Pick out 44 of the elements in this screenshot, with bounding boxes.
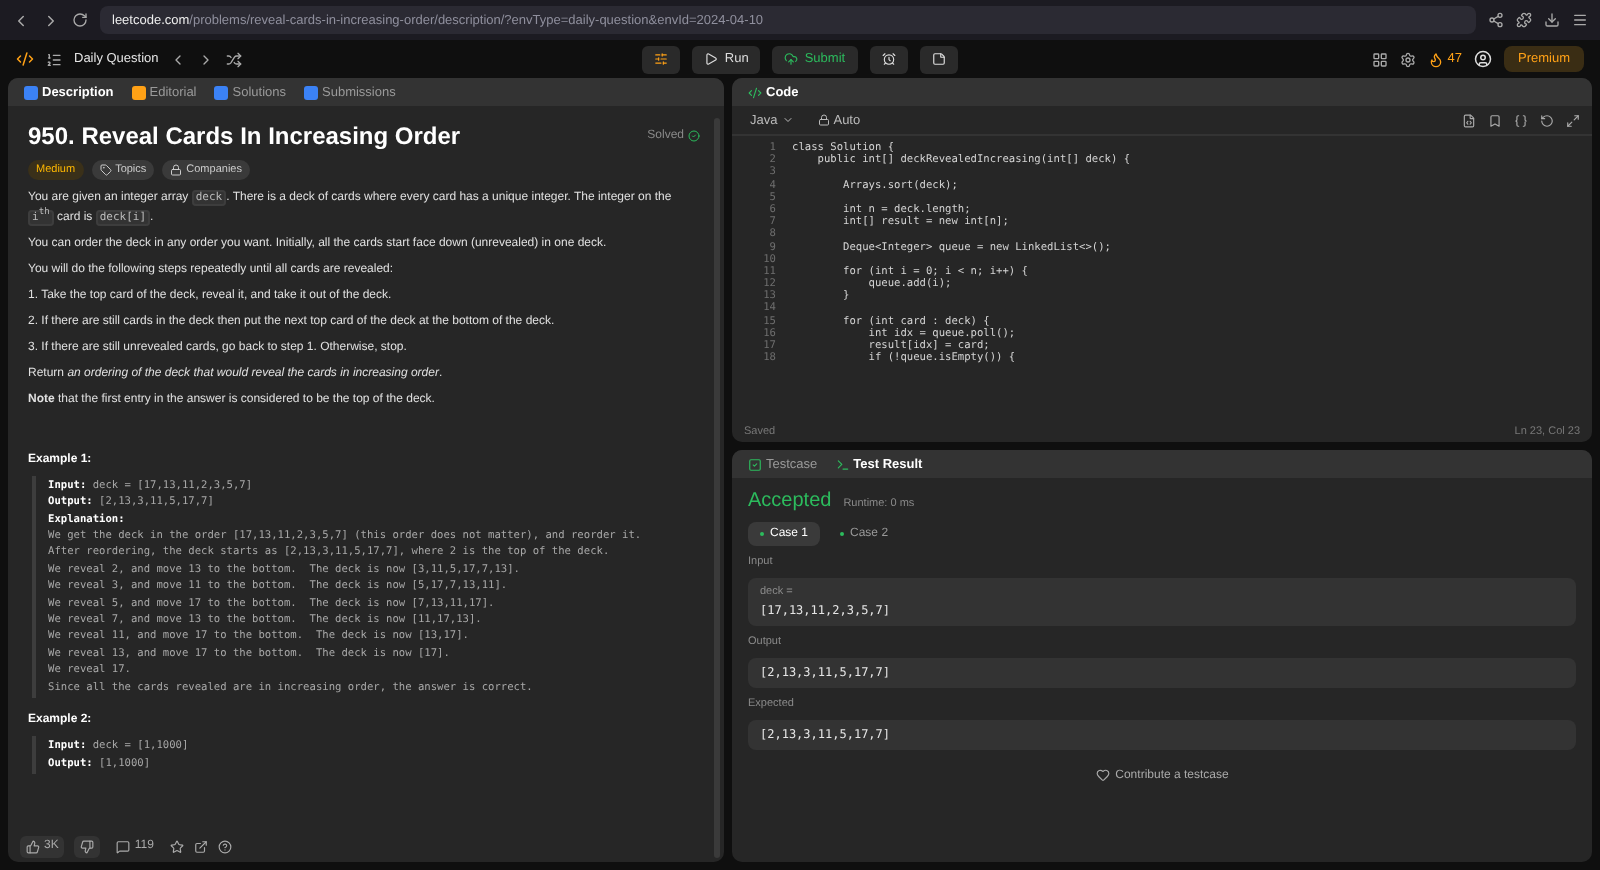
shuffle-icon[interactable]: [226, 51, 243, 67]
code-icon: [748, 85, 762, 99]
reset-icon[interactable]: [1540, 113, 1554, 127]
lock-icon: [817, 114, 830, 126]
problem-title: 950. Reveal Cards In Increasing Order: [28, 122, 461, 150]
bookmark-icon[interactable]: [1488, 113, 1502, 127]
tag-icon: [99, 164, 112, 176]
checkbox-icon: [748, 457, 762, 471]
share-icon[interactable]: [1488, 12, 1504, 28]
download-icon[interactable]: [1544, 12, 1560, 28]
note-icon: [931, 52, 946, 66]
settings-icon[interactable]: [1399, 51, 1416, 67]
menu-icon[interactable]: [1572, 12, 1588, 28]
notes-button[interactable]: [919, 45, 958, 73]
play-icon: [704, 52, 719, 66]
help-icon[interactable]: [217, 839, 232, 853]
layout-icon[interactable]: [1371, 51, 1388, 67]
logo-icon[interactable]: [16, 50, 34, 68]
heart-icon: [1095, 768, 1110, 782]
timer-button[interactable]: [869, 45, 908, 73]
verdict-text: Accepted: [748, 490, 832, 512]
share-icon[interactable]: [193, 839, 208, 853]
forward-icon[interactable]: [42, 11, 60, 29]
notes-icon[interactable]: [1462, 113, 1476, 127]
dislike-button[interactable]: [74, 835, 101, 857]
back-icon[interactable]: [12, 11, 30, 29]
list-icon[interactable]: [46, 51, 62, 67]
braces-icon[interactable]: [1514, 113, 1528, 127]
check-circle-icon: [688, 130, 700, 142]
thumbs-up-icon: [26, 839, 40, 853]
terminal-icon: [835, 457, 850, 471]
puzzle-icon[interactable]: [1516, 12, 1532, 28]
cloud-upload-icon: [784, 52, 799, 66]
lock-icon: [170, 164, 183, 176]
debug-button[interactable]: [642, 45, 681, 73]
comment-icon: [116, 839, 131, 853]
caret-icon: [781, 114, 794, 126]
thumbs-down-icon: [80, 839, 95, 853]
expand-icon[interactable]: [1566, 113, 1580, 127]
avatar-icon[interactable]: [1473, 50, 1492, 68]
sliders-icon: [654, 52, 669, 66]
reload-icon[interactable]: [72, 12, 88, 28]
alarm-clock-icon: [881, 52, 896, 66]
star-icon[interactable]: [169, 839, 184, 853]
